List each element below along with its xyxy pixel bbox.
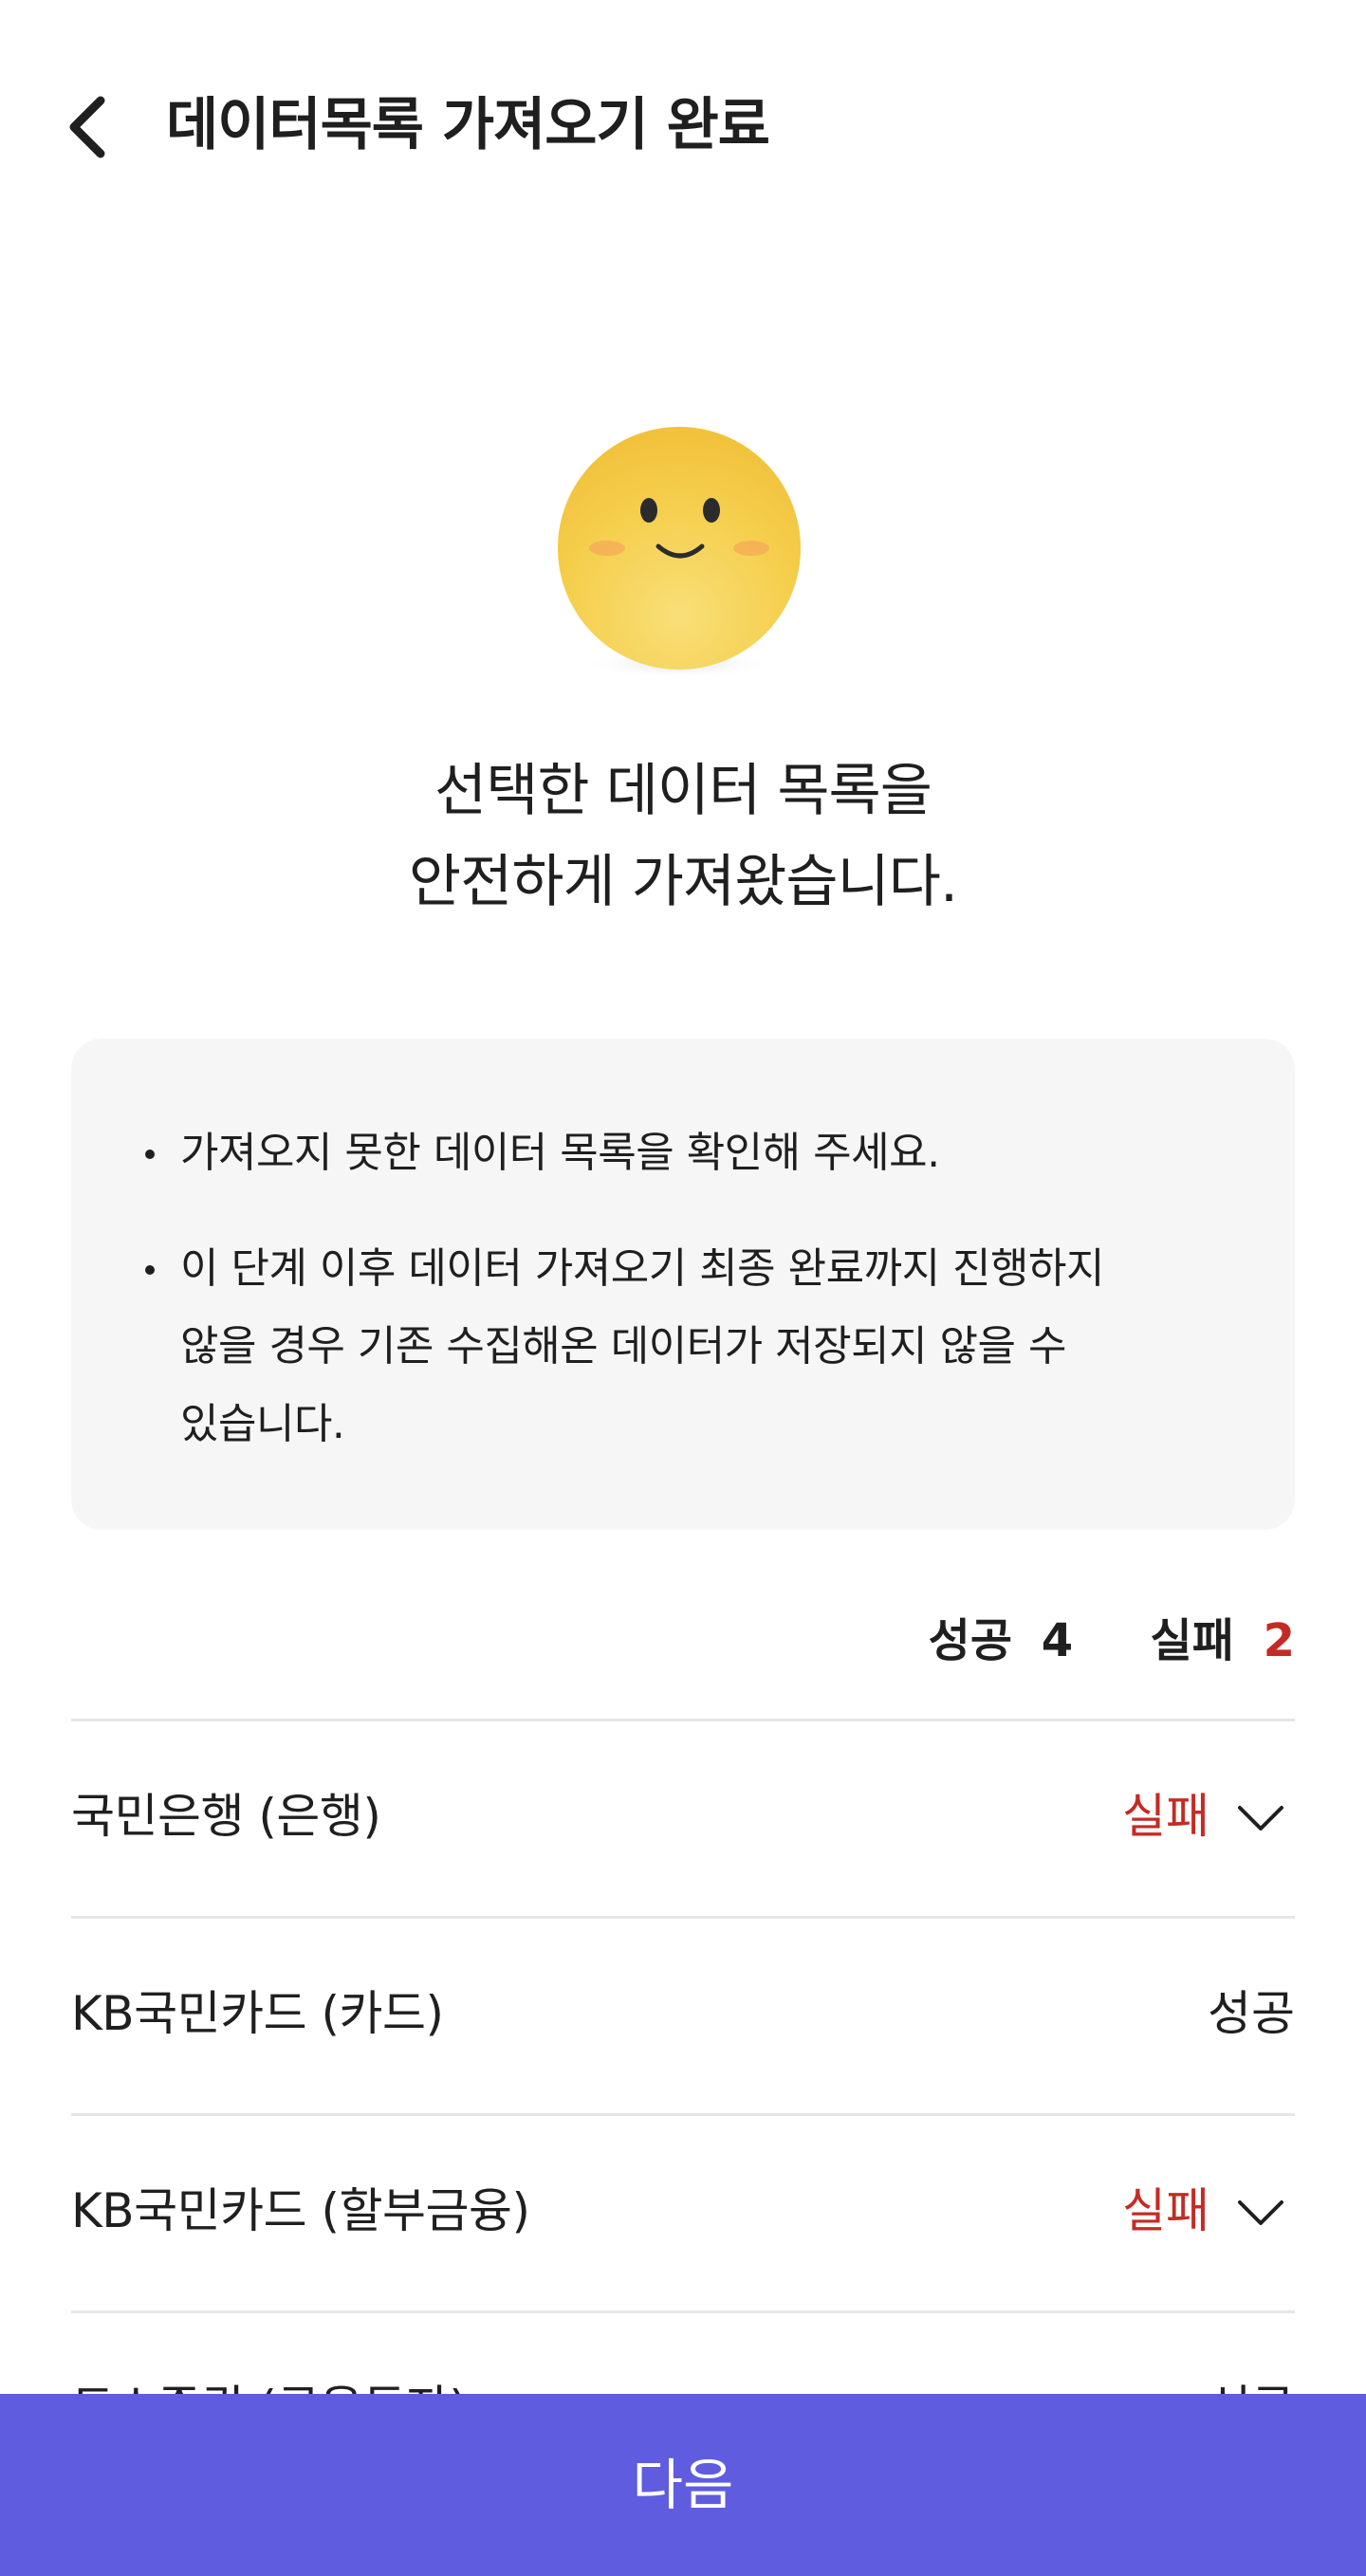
notice-line: 이 단계 이후 데이터 가져오기 최종 완료까지 진행하지 — [180, 1244, 1104, 1293]
smiling-face-icon — [558, 427, 801, 683]
success-message-line-2: 안전하게 가져왔습니다. — [408, 849, 958, 915]
app-header: 데이터목록 가져오기 완료 — [0, 0, 1366, 247]
success-message: 선택한 데이터 목록을 안전하게 가져왔습니다. — [0, 745, 1366, 928]
chevron-left-icon[interactable] — [55, 87, 123, 167]
success-label: 성공 — [928, 1614, 1012, 1667]
chevron-down-icon[interactable] — [1236, 1794, 1285, 1843]
notice-line: 가져오지 못한 데이터 목록을 확인해 주세요. — [180, 1129, 940, 1177]
fail-count: 2 — [1263, 1614, 1295, 1667]
fail-label: 실패 — [1150, 1614, 1234, 1667]
result-row-label: 국민은행 (은행) — [71, 1789, 381, 1844]
result-row-kb-card: KB국민카드 (카드) 성공 — [71, 1919, 1295, 2116]
success-count: 4 — [1041, 1614, 1074, 1667]
result-row-label: KB국민카드 (할부금융) — [71, 2183, 530, 2238]
notice-item: 가져오지 못한 데이터 목록을 확인해 주세요. — [138, 1114, 1228, 1192]
success-message-line-1: 선택한 데이터 목록을 — [434, 758, 932, 824]
result-row-kookmin-bank[interactable]: 국민은행 (은행) 실패 — [71, 1721, 1295, 1919]
notice-item: 이 단계 이후 데이터 가져오기 최종 완료까지 진행하지 않을 경우 기존 수… — [138, 1230, 1228, 1463]
notice-line: 않을 경우 기존 수집해온 데이터가 저장되지 않을 수 — [180, 1322, 1066, 1371]
result-row-status: 실패 — [1122, 2183, 1209, 2238]
back-button[interactable] — [55, 87, 123, 167]
result-row-status: 성공 — [1208, 1986, 1295, 2041]
notice-box: 가져오지 못한 데이터 목록을 확인해 주세요. 이 단계 이후 데이터 가져오… — [71, 1039, 1295, 1530]
result-list: 국민은행 (은행) 실패 KB국민카드 (카드) 성공 KB국민카드 (할부금융… — [71, 1719, 1295, 2511]
result-row-kb-installment[interactable]: KB국민카드 (할부금융) 실패 — [71, 2116, 1295, 2313]
page-title: 데이터목록 가져오기 완료 — [166, 92, 770, 158]
result-summary: 성공 4 실패 2 — [929, 1603, 1295, 1679]
result-row-status: 실패 — [1122, 1789, 1209, 1844]
next-button[interactable]: 다음 — [0, 2394, 1366, 2576]
notice-line: 있습니다. — [180, 1400, 345, 1448]
result-row-label: KB국민카드 (카드) — [71, 1986, 444, 2041]
chevron-down-icon[interactable] — [1236, 2188, 1285, 2237]
